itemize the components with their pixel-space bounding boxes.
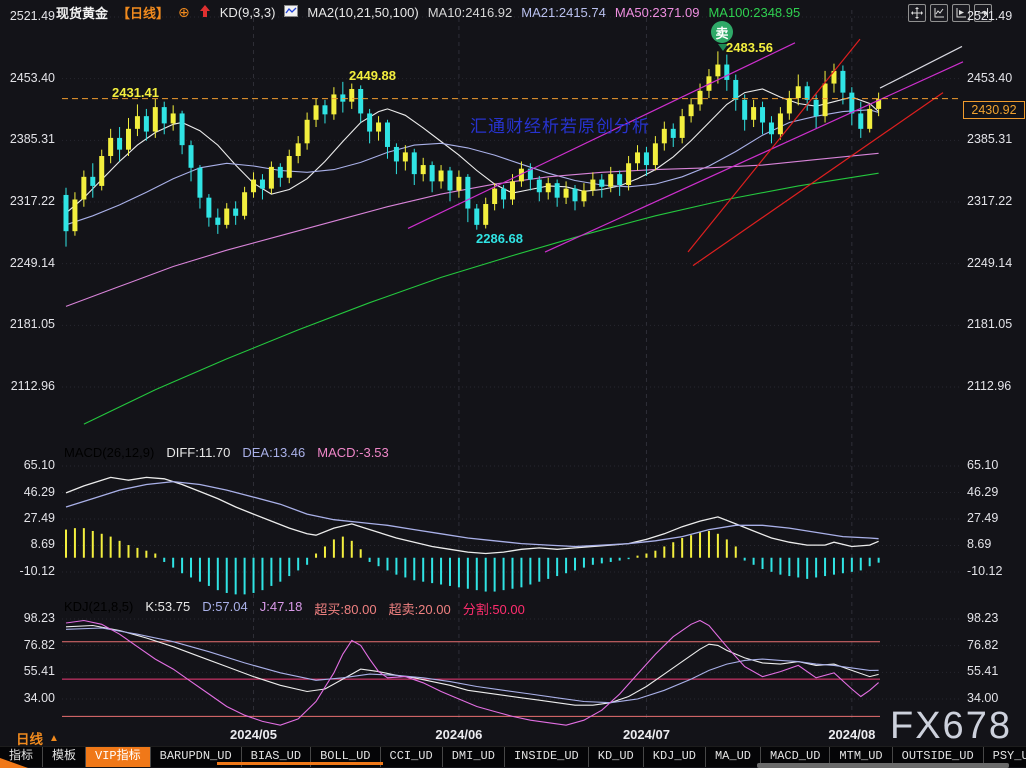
annotation-high-2431: 2431.41 bbox=[112, 85, 159, 100]
chart-header: 现货黄金 【日线】 ⊕ KD(9,3,3) MA2(10,21,50,100) … bbox=[56, 3, 800, 22]
horizontal-scrollbar[interactable] bbox=[757, 763, 1009, 768]
price-scale-icon bbox=[933, 7, 945, 19]
ma100-value: MA100:2348.95 bbox=[708, 5, 800, 20]
timeframe-label: 【日线】 bbox=[117, 3, 169, 22]
kdj-title: KDJ(21,8,5) bbox=[64, 599, 133, 618]
auto-scale-icon bbox=[955, 7, 967, 19]
kdj-j-value: J:47.18 bbox=[260, 599, 303, 618]
kdj-d-value: D:57.04 bbox=[202, 599, 248, 618]
tab-scroll-indicator bbox=[217, 762, 383, 765]
macd-diff-value: DIFF:11.70 bbox=[166, 445, 230, 460]
kdj-overbought-value: 超买:80.00 bbox=[314, 599, 376, 618]
ma10-value: MA10:2416.92 bbox=[428, 5, 513, 20]
price-scale-button[interactable] bbox=[930, 4, 948, 22]
kdj-header: KDJ(21,8,5) K:53.75 D:57.04 J:47.18 超买:8… bbox=[64, 599, 525, 618]
pan-tool-button[interactable] bbox=[908, 4, 926, 22]
kdj-oversold-value: 超卖:20.00 bbox=[389, 599, 451, 618]
macd-dea-value: DEA:13.46 bbox=[242, 445, 305, 460]
fx678-watermark: FX678 bbox=[890, 705, 1012, 748]
auto-scale-button[interactable] bbox=[952, 4, 970, 22]
period-selector-label: 日线 bbox=[16, 728, 43, 748]
kdj-k-value: K:53.75 bbox=[145, 599, 190, 618]
go-to-latest-button[interactable] bbox=[974, 4, 992, 22]
tab-KD_UD[interactable]: KD_UD bbox=[589, 747, 644, 767]
tab-模板[interactable]: 模板 bbox=[43, 747, 86, 767]
go-to-latest-icon bbox=[977, 7, 989, 19]
tab-INSIDE_UD[interactable]: INSIDE_UD bbox=[505, 747, 589, 767]
annotation-low-2286: 2286.68 bbox=[476, 231, 523, 246]
annotation-high-2449: 2449.88 bbox=[349, 68, 396, 83]
chevron-up-icon: ▲ bbox=[49, 733, 59, 744]
macd-header: MACD(26,12,9) DIFF:11.70 DEA:13.46 MACD:… bbox=[64, 445, 389, 460]
corner-resize-icon bbox=[0, 758, 28, 768]
macd-hist-value: MACD:-3.53 bbox=[317, 445, 389, 460]
mini-chart-icon bbox=[284, 5, 298, 20]
tab-VIP指标[interactable]: VIP指标 bbox=[86, 747, 151, 767]
macd-title: MACD(26,12,9) bbox=[64, 445, 154, 460]
tab-CCI_UD[interactable]: CCI_UD bbox=[381, 747, 443, 767]
ma-group-label: MA2(10,21,50,100) bbox=[307, 5, 418, 20]
symbol-name: 现货黄金 bbox=[56, 3, 108, 22]
chart-toolbar bbox=[908, 4, 992, 22]
buy-arrow-icon bbox=[199, 5, 211, 21]
pan-tool-icon bbox=[911, 7, 923, 19]
ma50-value: MA50:2371.09 bbox=[615, 5, 700, 20]
ma21-value: MA21:2415.74 bbox=[521, 5, 606, 20]
trading-chart-app: 现货黄金 【日线】 ⊕ KD(9,3,3) MA2(10,21,50,100) … bbox=[0, 0, 1026, 768]
site-watermark: 汇通财经析若原创分析 bbox=[470, 112, 650, 137]
tab-KDJ_UD[interactable]: KDJ_UD bbox=[644, 747, 706, 767]
kd-indicator-label: KD(9,3,3) bbox=[220, 5, 276, 20]
last-price-tag: 2430.92 bbox=[963, 101, 1025, 119]
tab-MA_UD[interactable]: MA_UD bbox=[706, 747, 761, 767]
period-selector[interactable]: 日线 ▲ bbox=[16, 728, 59, 748]
annotation-high-2483: 2483.56 bbox=[726, 40, 773, 55]
add-indicator-icon[interactable]: ⊕ bbox=[178, 4, 190, 21]
kdj-split-value: 分割:50.00 bbox=[463, 599, 525, 618]
tab-DMI_UD[interactable]: DMI_UD bbox=[443, 747, 505, 767]
